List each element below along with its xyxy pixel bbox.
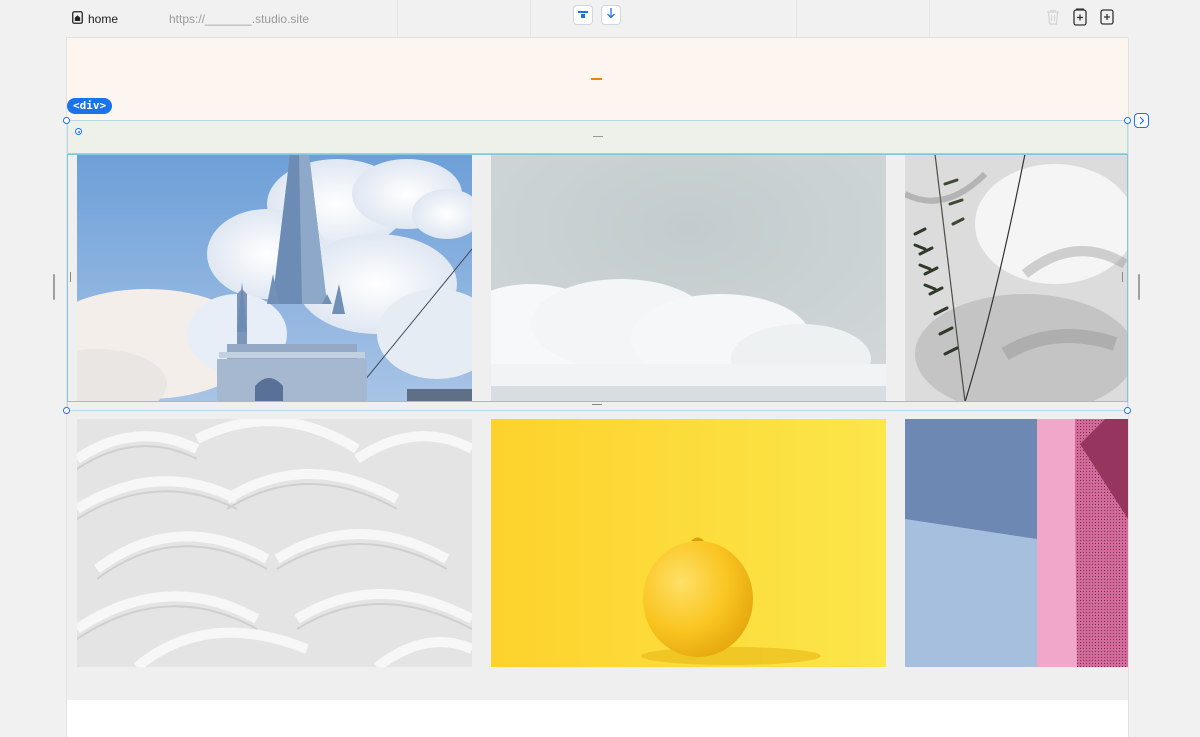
add-page-icon [1073,7,1087,31]
expand-panel-button[interactable] [1134,113,1149,128]
resize-handle-bottom[interactable] [592,404,602,405]
resize-handle-left[interactable] [70,272,71,282]
lemon-photo[interactable] [491,419,886,667]
guide-line [796,0,797,38]
resize-handle-top-left[interactable] [63,117,70,124]
site-url[interactable]: https://_______.studio.site [169,12,309,26]
guide-line [397,0,398,38]
page-selector[interactable]: home [72,11,118,27]
resize-handle-bottom-left[interactable] [63,407,70,414]
align-top-button[interactable] [573,5,593,25]
align-top-icon [578,6,588,24]
delete-button[interactable] [1045,9,1061,30]
add-page-button[interactable] [1072,7,1088,31]
chevron-right-icon [1138,112,1145,130]
guide-line [929,0,930,38]
church-spire-photo[interactable] [77,154,472,402]
editor-toolbar: home https://_______.studio.site [0,0,1200,38]
sky-clouds-photo[interactable] [491,154,886,402]
guide-line [530,0,531,38]
header-logo-placeholder[interactable] [591,78,602,80]
section-label-placeholder [593,136,603,137]
resize-handle-bottom-right[interactable] [1124,407,1131,414]
trash-icon [1046,9,1060,30]
home-page-icon [72,11,83,27]
selected-section-header[interactable] [67,120,1128,154]
resize-handle-right[interactable] [1122,272,1123,282]
right-drag-handle[interactable] [1138,274,1140,300]
move-down-button[interactable] [601,5,621,25]
header-section[interactable] [67,38,1128,120]
page-name: home [88,12,119,26]
footer-section[interactable] [67,700,1128,737]
add-section-button[interactable] [1099,8,1115,30]
element-tag-badge[interactable]: <div> [67,98,113,114]
white-texture-photo[interactable] [77,419,472,667]
arrow-down-icon [606,6,616,24]
pastel-geometry-photo[interactable] [905,419,1128,667]
target-icon[interactable] [75,128,82,135]
left-drag-handle[interactable] [53,274,55,300]
plant-shadow-photo[interactable] [905,154,1128,402]
add-section-icon [1100,8,1114,30]
resize-handle-top-right[interactable] [1124,117,1131,124]
